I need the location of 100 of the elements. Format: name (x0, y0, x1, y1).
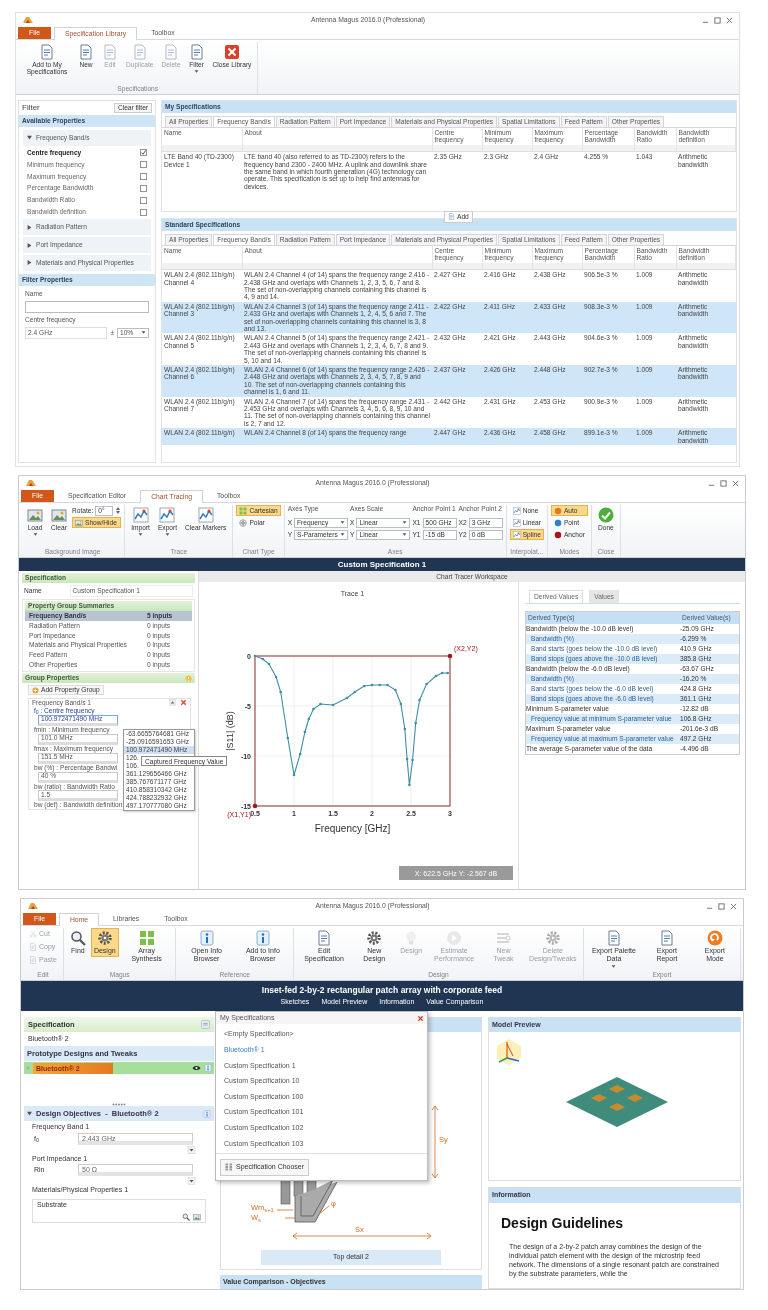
data-point[interactable] (319, 702, 322, 706)
axis-title: |S11| (dB) (225, 711, 235, 751)
data-point[interactable] (440, 671, 444, 675)
app-icon (27, 902, 39, 910)
data-point[interactable] (274, 675, 278, 679)
close-icon[interactable] (730, 902, 737, 910)
chart-icon (512, 506, 521, 515)
data-point[interactable] (378, 683, 382, 687)
maximize-icon[interactable] (718, 902, 725, 910)
data-point[interactable] (312, 707, 315, 711)
data-point[interactable] (414, 721, 417, 725)
specification-button[interactable] (201, 1020, 210, 1029)
filter-cell[interactable] (432, 262, 482, 270)
filter-cell[interactable] (162, 144, 242, 152)
caret-icon (402, 520, 408, 525)
close-icon[interactable] (732, 479, 739, 487)
checkbox[interactable] (140, 208, 147, 216)
data-point[interactable] (331, 703, 335, 707)
close-icon[interactable] (726, 16, 733, 24)
data-point[interactable] (303, 730, 307, 734)
document-icon (29, 956, 37, 964)
filter-cell[interactable] (582, 262, 634, 270)
document-icon (29, 943, 37, 951)
data-point[interactable] (298, 752, 302, 756)
warning-icon (185, 674, 192, 682)
info-icon (204, 1064, 212, 1073)
document-title: Custom Specification 1 (19, 558, 745, 571)
grid-icon (239, 506, 248, 515)
maximize-icon[interactable] (714, 16, 721, 24)
data-point[interactable] (408, 783, 411, 787)
document-title: Inset-fed 2-by-2 rectangular patch array with corporate feed (261, 984, 503, 995)
data-point[interactable] (292, 773, 296, 777)
data-point[interactable] (353, 690, 357, 694)
data-point[interactable] (307, 717, 311, 721)
filter-cell[interactable] (482, 144, 532, 152)
data-point[interactable] (434, 674, 438, 678)
data-point[interactable] (411, 758, 414, 762)
filter-cell[interactable] (242, 262, 432, 270)
chart-icon (197, 507, 214, 523)
export-icon (706, 930, 723, 946)
data-point[interactable] (253, 654, 257, 658)
data-point[interactable] (362, 684, 366, 688)
info-icon (203, 1109, 211, 1118)
checkbox[interactable] (140, 196, 147, 204)
filter-cell[interactable] (242, 144, 432, 152)
data-point[interactable] (446, 671, 449, 675)
data-point[interactable] (386, 683, 389, 687)
list-icon (225, 1163, 233, 1172)
filter-cell[interactable] (532, 262, 582, 270)
data-point[interactable] (405, 757, 409, 761)
play-icon (446, 930, 463, 946)
filter-cell[interactable] (634, 144, 676, 152)
input-field[interactable] (25, 300, 149, 313)
anchor-point[interactable] (252, 803, 258, 809)
filter-cell[interactable] (676, 144, 736, 152)
data-point[interactable] (279, 690, 282, 694)
close-icon[interactable] (417, 1014, 424, 1022)
chart-icon (159, 507, 176, 523)
plus-icon (32, 686, 39, 694)
gear-icon (96, 930, 113, 946)
up-icon[interactable] (169, 699, 176, 707)
caret-icon (402, 532, 408, 537)
data-point[interactable] (261, 657, 265, 661)
data-point[interactable] (403, 727, 407, 731)
checkbox[interactable] (140, 173, 147, 180)
filter-cell[interactable] (582, 144, 634, 152)
splitter-handle[interactable] (112, 1103, 126, 1107)
data-point[interactable] (286, 736, 290, 740)
data-point[interactable] (394, 688, 397, 692)
document-icon (131, 44, 148, 60)
data-point[interactable] (267, 662, 271, 666)
anchor-point[interactable] (447, 653, 453, 659)
dropdown-button[interactable] (187, 1145, 196, 1154)
filter-cell[interactable] (482, 262, 532, 270)
data-point[interactable] (418, 698, 421, 702)
eye-icon[interactable] (192, 1065, 201, 1072)
data-point[interactable] (345, 696, 349, 700)
panel-title: Filter (22, 103, 40, 113)
checkbox[interactable] (140, 184, 147, 192)
filter-cell[interactable] (634, 262, 676, 270)
maximize-icon[interactable] (720, 479, 727, 487)
document-icon (316, 930, 333, 946)
search-icon (69, 930, 86, 946)
data-point[interactable] (425, 682, 428, 686)
document-icon (78, 44, 94, 60)
checkbox[interactable] (140, 161, 147, 169)
dot-icon (553, 518, 562, 527)
filter-cell[interactable] (676, 262, 736, 270)
document-icon (102, 44, 118, 60)
filter-cell[interactable] (532, 144, 582, 152)
filter-cell[interactable] (162, 262, 242, 270)
checkbox[interactable] (140, 149, 147, 157)
dropdown-button[interactable] (187, 1177, 196, 1186)
axes-icon (495, 1038, 523, 1067)
document-icon (163, 44, 180, 60)
close-icon[interactable] (180, 699, 187, 707)
data-point[interactable] (399, 702, 403, 706)
grid-icon (138, 930, 155, 946)
data-point[interactable] (370, 683, 374, 687)
filter-cell[interactable] (432, 144, 482, 152)
